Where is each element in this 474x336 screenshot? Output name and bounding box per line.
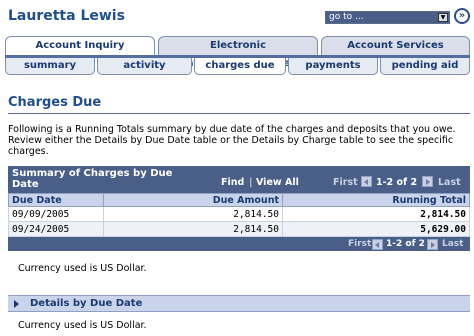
last-label: Last <box>438 177 461 188</box>
tab-electronic-payments[interactable]: Electronic Payments/Purchases <box>158 36 318 69</box>
tab-payments[interactable]: payments <box>288 58 378 75</box>
cell-due-amount: 2,814.50 <box>103 221 283 237</box>
intro-text: Following is a Running Totals summary by… <box>8 124 456 157</box>
goto-select-value: go to ... <box>329 12 364 22</box>
tab-pending-aid[interactable]: pending aid <box>380 58 470 75</box>
table-row: 09/24/2005 2,814.50 5,629.00 <box>8 221 470 237</box>
summary-grid: Summary of Charges by Due Date Find | Vi… <box>8 166 470 251</box>
col-header-running-total: Running Total <box>282 193 470 207</box>
summary-table: Due Date Due Amount Running Total 09/09/… <box>8 193 470 237</box>
grid-title: Summary of Charges by Due Date <box>12 168 173 190</box>
last-label: Last <box>442 239 464 249</box>
tab-account-inquiry[interactable]: Account Inquiry <box>5 36 155 55</box>
view-all-link[interactable]: View All <box>256 177 299 188</box>
secondary-tabs: summary activity charges due payments pe… <box>5 58 470 75</box>
currency-note: Currency used is US Dollar. <box>18 320 147 331</box>
details-by-due-date-header[interactable]: Details by Due Date <box>8 295 470 312</box>
dropdown-arrow-icon[interactable]: ▼ <box>438 13 448 22</box>
tab-account-services[interactable]: Account Services <box>321 36 470 55</box>
primary-tabs: Account Inquiry Electronic Payments/Purc… <box>5 36 470 69</box>
col-header-due-date: Due Date <box>8 193 104 207</box>
grid-footer: First 1-2 of 2 Last <box>8 237 470 251</box>
double-chevron-right-icon[interactable]: » <box>454 8 470 24</box>
prev-arrow-icon[interactable] <box>361 176 372 187</box>
grid-header: Summary of Charges by Due Date Find | Vi… <box>8 166 470 193</box>
table-row: 09/09/2005 2,814.50 2,814.50 <box>8 206 470 222</box>
cell-running-total: 5,629.00 <box>282 221 470 237</box>
cell-due-date: 09/24/2005 <box>8 221 104 237</box>
expand-triangle-icon[interactable] <box>14 300 19 308</box>
cell-running-total: 2,814.50 <box>282 206 470 222</box>
next-arrow-icon[interactable] <box>427 239 438 250</box>
tab-activity[interactable]: activity <box>97 58 192 75</box>
user-name: Lauretta Lewis <box>8 8 125 24</box>
cell-due-date: 09/09/2005 <box>8 206 104 222</box>
first-label: First <box>333 177 358 188</box>
goto-select[interactable]: go to ... ▼ <box>325 11 450 24</box>
title-divider <box>8 113 470 114</box>
first-label: First <box>348 239 372 249</box>
tab-summary[interactable]: summary <box>5 58 95 75</box>
next-arrow-icon[interactable] <box>422 176 433 187</box>
range-label: 1-2 of 2 <box>376 177 418 188</box>
currency-note: Currency used is US Dollar. <box>18 263 147 274</box>
prev-arrow-icon[interactable] <box>372 239 383 250</box>
cell-due-amount: 2,814.50 <box>103 206 283 222</box>
range-label: 1-2 of 2 <box>386 239 425 249</box>
col-header-due-amount: Due Amount <box>103 193 283 207</box>
tab-charges-due[interactable]: charges due <box>194 58 286 75</box>
separator: | <box>249 177 253 188</box>
table-header-row: Due Date Due Amount Running Total <box>8 193 470 207</box>
page-title: Charges Due <box>8 95 102 110</box>
find-link[interactable]: Find <box>221 177 244 188</box>
details-by-due-date-label[interactable]: Details by Due Date <box>30 298 142 309</box>
